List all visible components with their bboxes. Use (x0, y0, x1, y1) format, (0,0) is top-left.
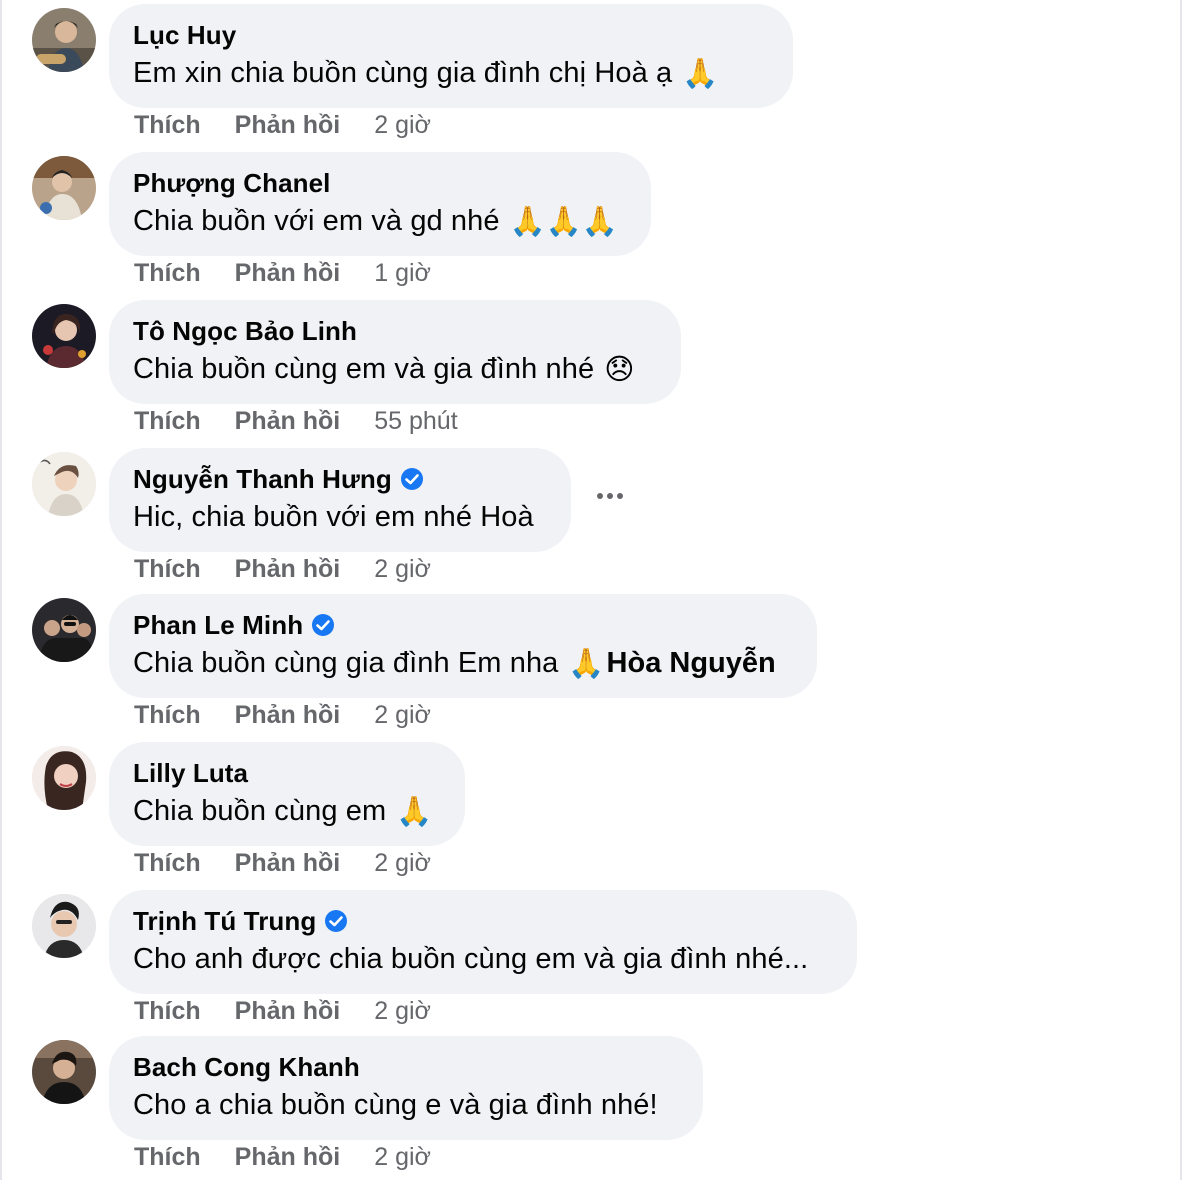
reply-button[interactable]: Phản hồi (235, 997, 341, 1026)
comment-actions: Thích Phản hồi 1 giờ (134, 258, 431, 288)
comment-timestamp[interactable]: 2 giờ (374, 849, 431, 878)
comment-actions: Thích Phản hồi 2 giờ (134, 996, 431, 1026)
folded-hands-emoji: 🙏 (682, 55, 719, 90)
verified-badge-icon (400, 467, 424, 491)
commenter-name[interactable]: Bach Cong Khanh (133, 1052, 360, 1083)
comment-timestamp[interactable]: 2 giờ (374, 111, 431, 140)
comment-item: Bach Cong Khanh Cho a chia buồn cùng e v… (0, 1036, 1186, 1184)
reply-button[interactable]: Phản hồi (235, 701, 341, 730)
comment-timestamp[interactable]: 2 giờ (374, 701, 431, 730)
comment-text: Em xin chia buồn cùng gia đình chị Hoà ạ (133, 56, 673, 89)
avatar[interactable] (32, 894, 96, 958)
reply-button[interactable]: Phản hồi (235, 407, 341, 436)
comment-bubble: Lilly Luta Chia buồn cùng em 🙏 (109, 742, 465, 846)
comment-item: Trịnh Tú Trung Cho anh được chia buồn cù… (0, 890, 1186, 1038)
avatar[interactable] (32, 1040, 96, 1104)
comment-actions: Thích Phản hồi 2 giờ (134, 554, 431, 584)
comment-bubble: Phan Le Minh Chia buồn cùng gia đình Em … (109, 594, 817, 698)
commenter-name[interactable]: Phượng Chanel (133, 168, 331, 199)
avatar[interactable] (32, 156, 96, 220)
comment-actions: Thích Phản hồi 55 phút (134, 406, 458, 436)
more-options-icon[interactable] (594, 480, 626, 512)
folded-hands-emoji: 🙏🙏🙏 (509, 203, 618, 238)
comment-item: Lục Huy Em xin chia buồn cùng gia đình c… (0, 4, 1186, 152)
comment-bubble: Trịnh Tú Trung Cho anh được chia buồn cù… (109, 890, 857, 994)
comment-text: Chia buồn với em và gd nhé (133, 204, 500, 237)
like-button[interactable]: Thích (134, 407, 201, 436)
reply-button[interactable]: Phản hồi (235, 259, 341, 288)
reply-button[interactable]: Phản hồi (235, 111, 341, 140)
comment-actions: Thích Phản hồi 2 giờ (134, 700, 431, 730)
commenter-name[interactable]: Lục Huy (133, 20, 236, 51)
comment-timestamp[interactable]: 55 phút (374, 407, 457, 436)
like-button[interactable]: Thích (134, 555, 201, 584)
like-button[interactable]: Thích (134, 1143, 201, 1172)
comment-timestamp[interactable]: 2 giờ (374, 555, 431, 584)
reply-button[interactable]: Phản hồi (235, 849, 341, 878)
comment-bubble: Lục Huy Em xin chia buồn cùng gia đình c… (109, 4, 793, 108)
commenter-name[interactable]: Phan Le Minh (133, 610, 303, 641)
commenter-name[interactable]: Lilly Luta (133, 758, 248, 789)
sad-face-emoji: 😞 (604, 352, 635, 386)
comment-actions: Thích Phản hồi 2 giờ (134, 110, 431, 140)
comment-item: Tô Ngọc Bảo Linh Chia buồn cùng em và gi… (0, 300, 1186, 448)
comment-text: Hic, chia buồn với em nhé Hoà (133, 500, 534, 533)
comment-timestamp[interactable]: 1 giờ (374, 259, 431, 288)
avatar[interactable] (32, 304, 96, 368)
commenter-name[interactable]: Trịnh Tú Trung (133, 906, 316, 937)
comment-item: Nguyễn Thanh Hưng Hic, chia buồn với em … (0, 448, 1186, 596)
like-button[interactable]: Thích (134, 259, 201, 288)
like-button[interactable]: Thích (134, 701, 201, 730)
like-button[interactable]: Thích (134, 997, 201, 1026)
folded-hands-emoji: 🙏 (396, 793, 433, 828)
comment-text: Cho anh được chia buồn cùng em và gia đì… (133, 942, 809, 975)
comment-actions: Thích Phản hồi 2 giờ (134, 848, 431, 878)
mention-link[interactable]: Hòa Nguyễn (607, 647, 776, 680)
comment-text: Cho a chia buồn cùng e và gia đình nhé! (133, 1088, 658, 1121)
comment-timestamp[interactable]: 2 giờ (374, 997, 431, 1026)
avatar[interactable] (32, 598, 96, 662)
comment-item: Phượng Chanel Chia buồn với em và gd nhé… (0, 152, 1186, 300)
like-button[interactable]: Thích (134, 849, 201, 878)
comment-timestamp[interactable]: 2 giờ (374, 1143, 431, 1172)
avatar[interactable] (32, 746, 96, 810)
avatar[interactable] (32, 8, 96, 72)
reply-button[interactable]: Phản hồi (235, 555, 341, 584)
comment-bubble: Phượng Chanel Chia buồn với em và gd nhé… (109, 152, 651, 256)
comment-text: Chia buồn cùng em và gia đình nhé (133, 352, 595, 385)
comment-item: Phan Le Minh Chia buồn cùng gia đình Em … (0, 594, 1186, 742)
folded-hands-emoji: 🙏 (568, 645, 605, 680)
comment-text: Chia buồn cùng gia đình Em nha (133, 646, 559, 679)
avatar[interactable] (32, 452, 96, 516)
comment-text: Chia buồn cùng em (133, 794, 387, 827)
comment-bubble: Tô Ngọc Bảo Linh Chia buồn cùng em và gi… (109, 300, 681, 404)
commenter-name[interactable]: Nguyễn Thanh Hưng (133, 464, 392, 495)
reply-button[interactable]: Phản hồi (235, 1143, 341, 1172)
commenter-name[interactable]: Tô Ngọc Bảo Linh (133, 316, 357, 347)
verified-badge-icon (324, 909, 348, 933)
comment-bubble: Nguyễn Thanh Hưng Hic, chia buồn với em … (109, 448, 571, 552)
comment-item: Lilly Luta Chia buồn cùng em 🙏 Thích Phả… (0, 742, 1186, 890)
like-button[interactable]: Thích (134, 111, 201, 140)
comment-actions: Thích Phản hồi 2 giờ (134, 1142, 431, 1172)
verified-badge-icon (311, 613, 335, 637)
comment-bubble: Bach Cong Khanh Cho a chia buồn cùng e v… (109, 1036, 703, 1140)
